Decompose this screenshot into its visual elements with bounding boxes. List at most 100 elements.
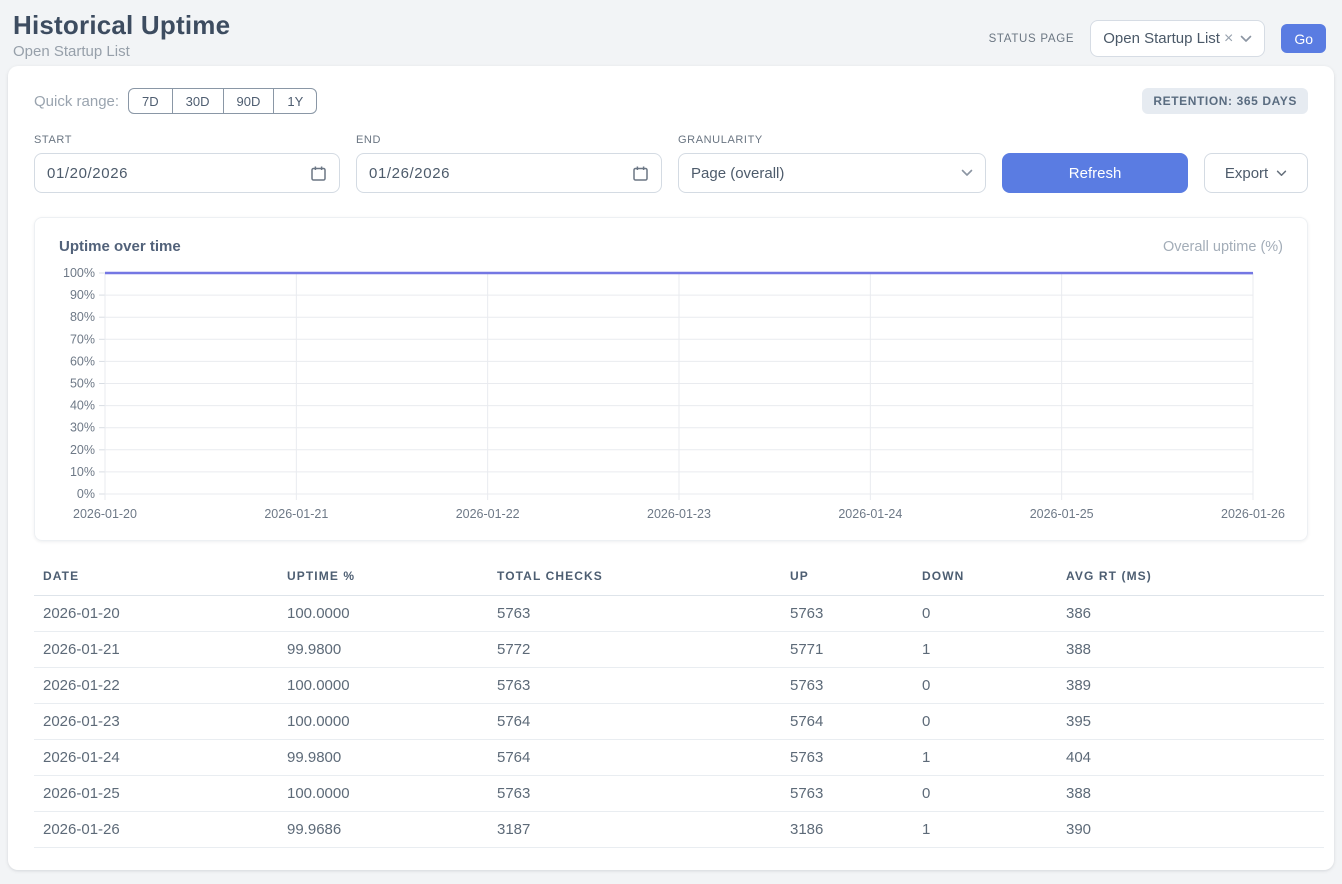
svg-text:2026-01-20: 2026-01-20: [73, 507, 137, 521]
granularity-select[interactable]: Page (overall): [678, 153, 986, 193]
title-block: Historical Uptime Open Startup List: [13, 10, 230, 60]
top-header: Historical Uptime Open Startup List STAT…: [0, 0, 1342, 66]
table-row: 2026-01-2499.9800576457631404: [34, 740, 1324, 776]
table-row: 2026-01-2199.9800577257711388: [34, 632, 1324, 668]
table-cell: 395: [1057, 704, 1324, 740]
table-header-cell: AVG RT (MS): [1057, 561, 1324, 596]
table-cell: 2026-01-21: [34, 632, 278, 668]
header-controls: STATUS PAGE Open Startup List × Go: [989, 20, 1326, 57]
go-button[interactable]: Go: [1281, 24, 1326, 53]
chart-title: Uptime over time: [59, 238, 181, 255]
table-header-cell: UPTIME %: [278, 561, 488, 596]
table-row: 2026-01-2699.9686318731861390: [34, 812, 1324, 848]
svg-text:40%: 40%: [70, 399, 95, 413]
table-cell: 100.0000: [278, 704, 488, 740]
table-cell: 2026-01-26: [34, 812, 278, 848]
filters-row: START 01/20/2026 END 01/26/2026 GRANULAR…: [34, 134, 1308, 193]
uptime-table: DATEUPTIME %TOTAL CHECKSUPDOWNAVG RT (MS…: [34, 561, 1324, 848]
svg-text:80%: 80%: [70, 310, 95, 324]
table-cell: 0: [913, 668, 1057, 704]
table-cell: 99.9800: [278, 632, 488, 668]
table-cell: 5763: [488, 776, 781, 812]
svg-text:60%: 60%: [70, 354, 95, 368]
start-date-value: 01/20/2026: [47, 165, 128, 182]
table-cell: 386: [1057, 596, 1324, 632]
calendar-icon[interactable]: [632, 165, 649, 182]
quick-range-group: 7D30D90D1Y: [128, 88, 317, 114]
quick-range-button-1y[interactable]: 1Y: [273, 88, 317, 114]
uptime-chart-svg: 0%10%20%30%40%50%60%70%80%90%100%2026-01…: [59, 263, 1285, 521]
table-cell: 2026-01-24: [34, 740, 278, 776]
chevron-down-icon: [961, 169, 973, 177]
svg-text:2026-01-26: 2026-01-26: [1221, 507, 1285, 521]
table-cell: 5763: [488, 668, 781, 704]
svg-text:100%: 100%: [63, 266, 95, 280]
svg-text:20%: 20%: [70, 443, 95, 457]
table-cell: 388: [1057, 776, 1324, 812]
table-cell: 0: [913, 776, 1057, 812]
table-cell: 100.0000: [278, 776, 488, 812]
table-cell: 2026-01-25: [34, 776, 278, 812]
start-date-field: START 01/20/2026: [34, 134, 340, 193]
table-cell: 5763: [781, 776, 913, 812]
table-body: 2026-01-20100.00005763576303862026-01-21…: [34, 596, 1324, 848]
table-header-cell: TOTAL CHECKS: [488, 561, 781, 596]
table-cell: 404: [1057, 740, 1324, 776]
table-cell: 100.0000: [278, 668, 488, 704]
table-row: 2026-01-20100.0000576357630386: [34, 596, 1324, 632]
refresh-button[interactable]: Refresh: [1002, 153, 1188, 193]
svg-text:2026-01-23: 2026-01-23: [647, 507, 711, 521]
calendar-icon[interactable]: [310, 165, 327, 182]
start-date-input[interactable]: 01/20/2026: [34, 153, 340, 193]
svg-text:90%: 90%: [70, 288, 95, 302]
granularity-label: GRANULARITY: [678, 134, 986, 146]
table-row: 2026-01-23100.0000576457640395: [34, 704, 1324, 740]
chevron-down-icon: [1240, 35, 1252, 43]
quick-range-button-7d[interactable]: 7D: [128, 88, 173, 114]
table-cell: 99.9800: [278, 740, 488, 776]
table-cell: 5764: [488, 740, 781, 776]
svg-text:2026-01-21: 2026-01-21: [264, 507, 328, 521]
end-date-label: END: [356, 134, 662, 146]
start-date-label: START: [34, 134, 340, 146]
status-page-select[interactable]: Open Startup List ×: [1090, 20, 1265, 57]
svg-text:70%: 70%: [70, 332, 95, 346]
table-cell: 390: [1057, 812, 1324, 848]
page-subtitle: Open Startup List: [13, 43, 230, 60]
svg-text:2026-01-25: 2026-01-25: [1030, 507, 1094, 521]
table-cell: 2026-01-22: [34, 668, 278, 704]
chart-card: Uptime over time Overall uptime (%) 0%10…: [34, 217, 1308, 541]
granularity-value: Page (overall): [691, 165, 784, 182]
status-page-select-value: Open Startup List: [1103, 30, 1220, 47]
chevron-down-icon: [1276, 170, 1287, 177]
end-date-value: 01/26/2026: [369, 165, 450, 182]
table-cell: 1: [913, 632, 1057, 668]
table-cell: 5763: [781, 596, 913, 632]
clear-icon[interactable]: ×: [1224, 31, 1233, 47]
end-date-field: END 01/26/2026: [356, 134, 662, 193]
table-cell: 0: [913, 596, 1057, 632]
table-cell: 100.0000: [278, 596, 488, 632]
quick-range-label: Quick range:: [34, 93, 119, 110]
table-row: 2026-01-25100.0000576357630388: [34, 776, 1324, 812]
table-header-cell: DATE: [34, 561, 278, 596]
table-cell: 2026-01-20: [34, 596, 278, 632]
export-button-label: Export: [1225, 165, 1268, 182]
svg-text:2026-01-22: 2026-01-22: [456, 507, 520, 521]
main-panel: Quick range: 7D30D90D1Y RETENTION: 365 D…: [8, 66, 1334, 870]
table-cell: 1: [913, 812, 1057, 848]
table-cell: 389: [1057, 668, 1324, 704]
table-cell: 2026-01-23: [34, 704, 278, 740]
table-cell: 5763: [781, 668, 913, 704]
quick-range-button-30d[interactable]: 30D: [172, 88, 224, 114]
table-cell: 5763: [488, 596, 781, 632]
quick-range-button-90d[interactable]: 90D: [223, 88, 275, 114]
table-cell: 3187: [488, 812, 781, 848]
end-date-input[interactable]: 01/26/2026: [356, 153, 662, 193]
table-header-row: DATEUPTIME %TOTAL CHECKSUPDOWNAVG RT (MS…: [34, 561, 1324, 596]
page-title: Historical Uptime: [13, 10, 230, 41]
table-cell: 3186: [781, 812, 913, 848]
export-button[interactable]: Export: [1204, 153, 1308, 193]
table-header-cell: DOWN: [913, 561, 1057, 596]
table-row: 2026-01-22100.0000576357630389: [34, 668, 1324, 704]
